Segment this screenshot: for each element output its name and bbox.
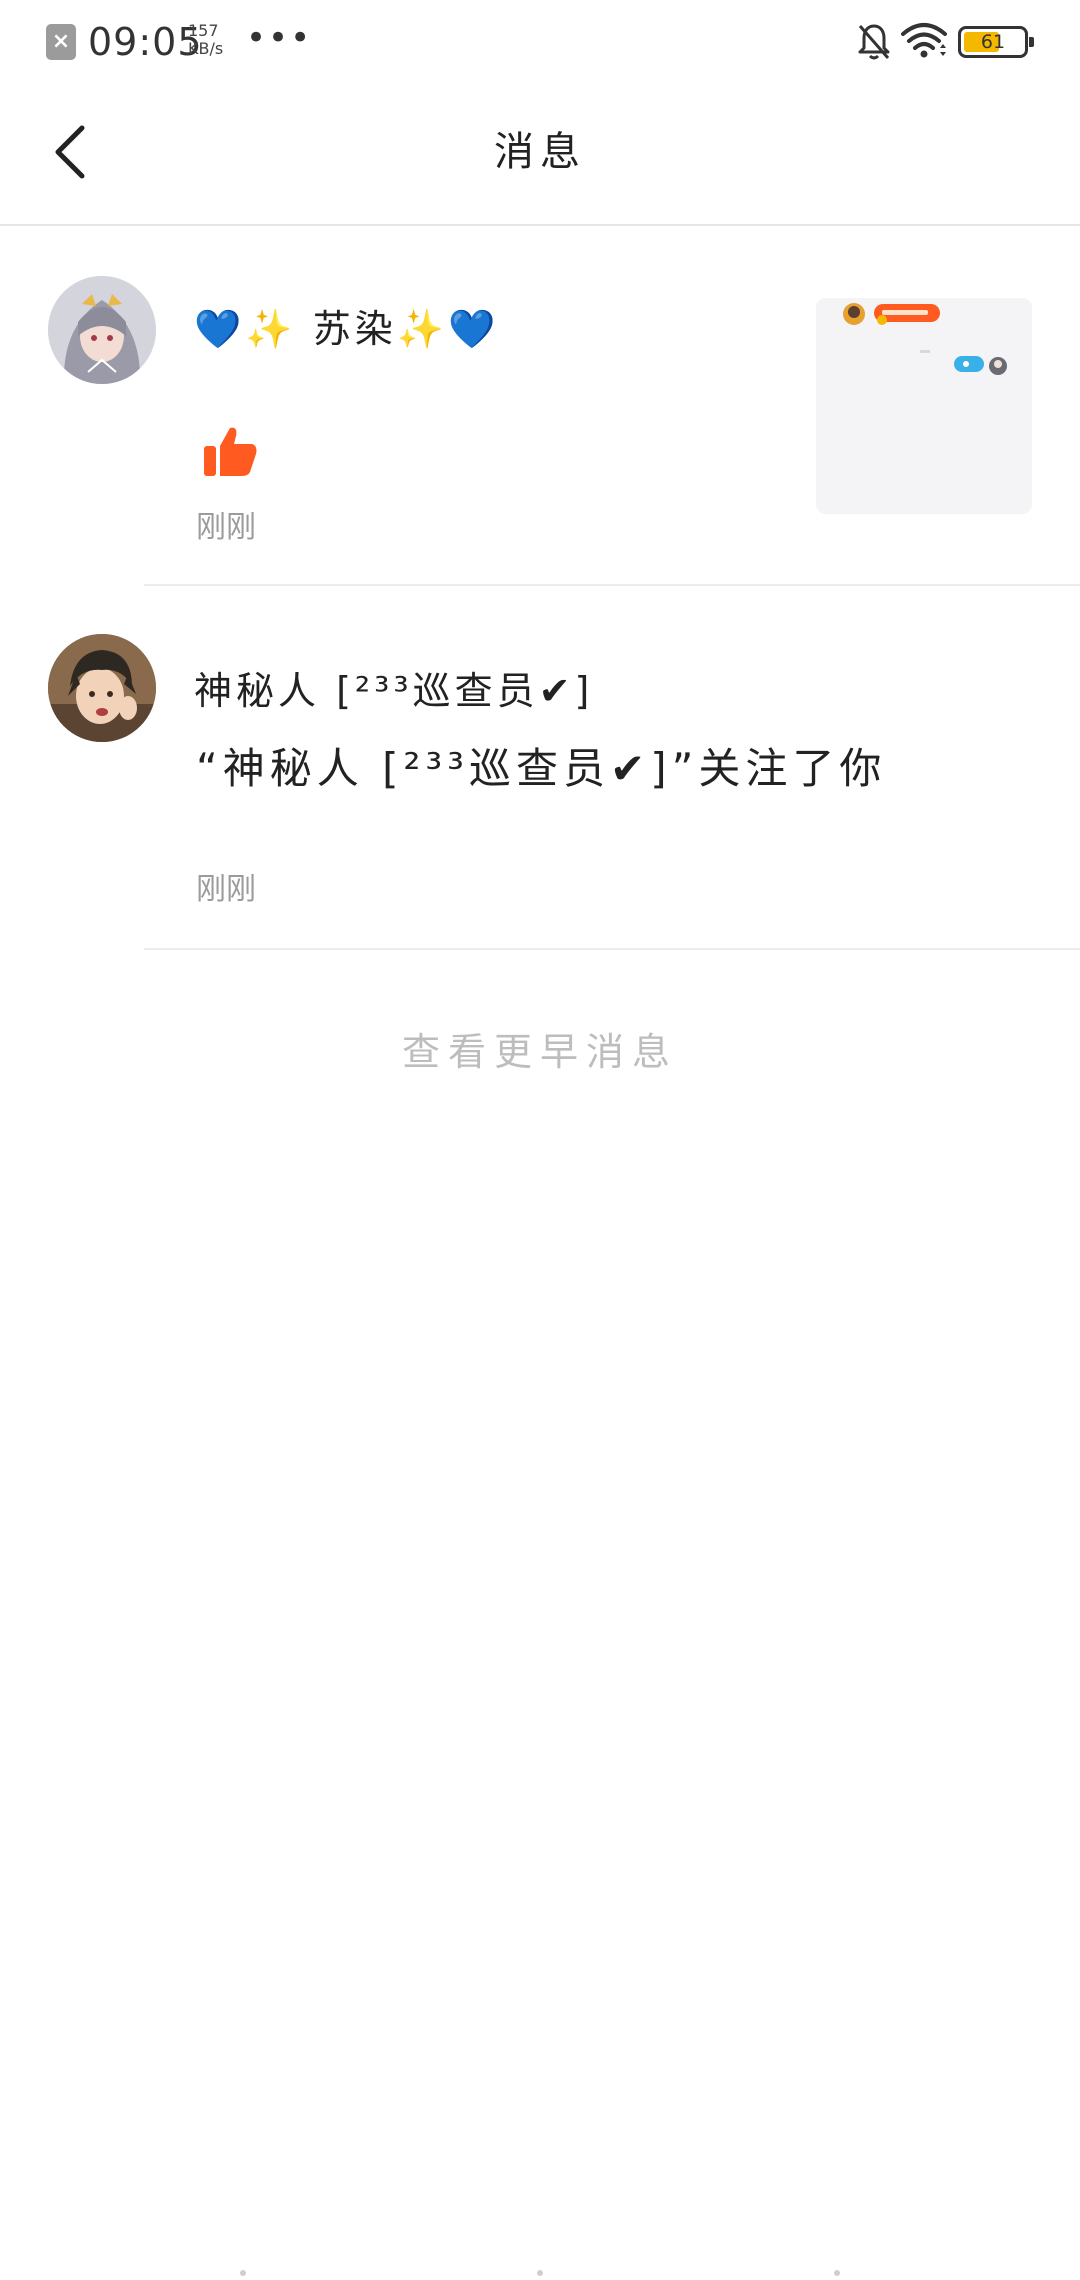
view-earlier-messages-button[interactable]: 查看更早消息	[0, 1024, 1080, 1080]
avatar[interactable]	[48, 276, 156, 384]
status-bar: × 09:05 157 KB/s ••• 61	[0, 0, 1080, 84]
message-item[interactable]: 💙✨ 苏染✨💙 刚刚	[0, 226, 1080, 586]
battery-icon: 61	[958, 26, 1034, 58]
thumbs-up-icon	[204, 427, 257, 476]
gesture-dot	[834, 2270, 840, 2276]
avatar-image	[48, 276, 156, 384]
message-text: “神秘人 [²³³巡查员✔]”关注了你	[196, 744, 887, 793]
status-time: 09:05	[88, 20, 203, 64]
post-thumbnail[interactable]	[816, 298, 1032, 514]
divider	[144, 584, 1080, 586]
sender-name: 💙✨ 苏染✨💙	[194, 307, 500, 351]
page-title: 消息	[494, 129, 586, 175]
message-time: 刚刚	[196, 510, 256, 545]
network-speed-value: 157	[188, 21, 219, 40]
message-time: 刚刚	[196, 872, 256, 907]
network-speed: 157 KB/s	[188, 22, 238, 58]
header: 消息	[0, 84, 1080, 226]
battery-level: 61	[980, 31, 1006, 53]
message-item[interactable]: 神秘人 [²³³巡查员✔] “神秘人 [²³³巡查员✔]”关注了你 刚刚	[0, 588, 1080, 950]
wifi-icon	[901, 23, 947, 58]
post-thumbnail-image	[816, 298, 1032, 514]
avatar-image	[48, 634, 156, 742]
gesture-dot	[240, 2270, 246, 2276]
battery-tip	[1029, 37, 1034, 47]
sim-off-icon: ×	[46, 24, 76, 60]
messages-screen: × 09:05 157 KB/s ••• 61 消息 💙✨ 苏染✨💙 刚刚 神秘…	[0, 0, 1080, 2280]
more-notifications-icon: •••	[246, 18, 313, 58]
gesture-dot	[537, 2270, 543, 2276]
network-speed-unit: KB/s	[188, 39, 224, 58]
divider	[144, 948, 1080, 950]
avatar[interactable]	[48, 634, 156, 742]
sender-name: 神秘人 [²³³巡查员✔]	[194, 669, 594, 713]
bell-off-icon	[858, 24, 890, 60]
